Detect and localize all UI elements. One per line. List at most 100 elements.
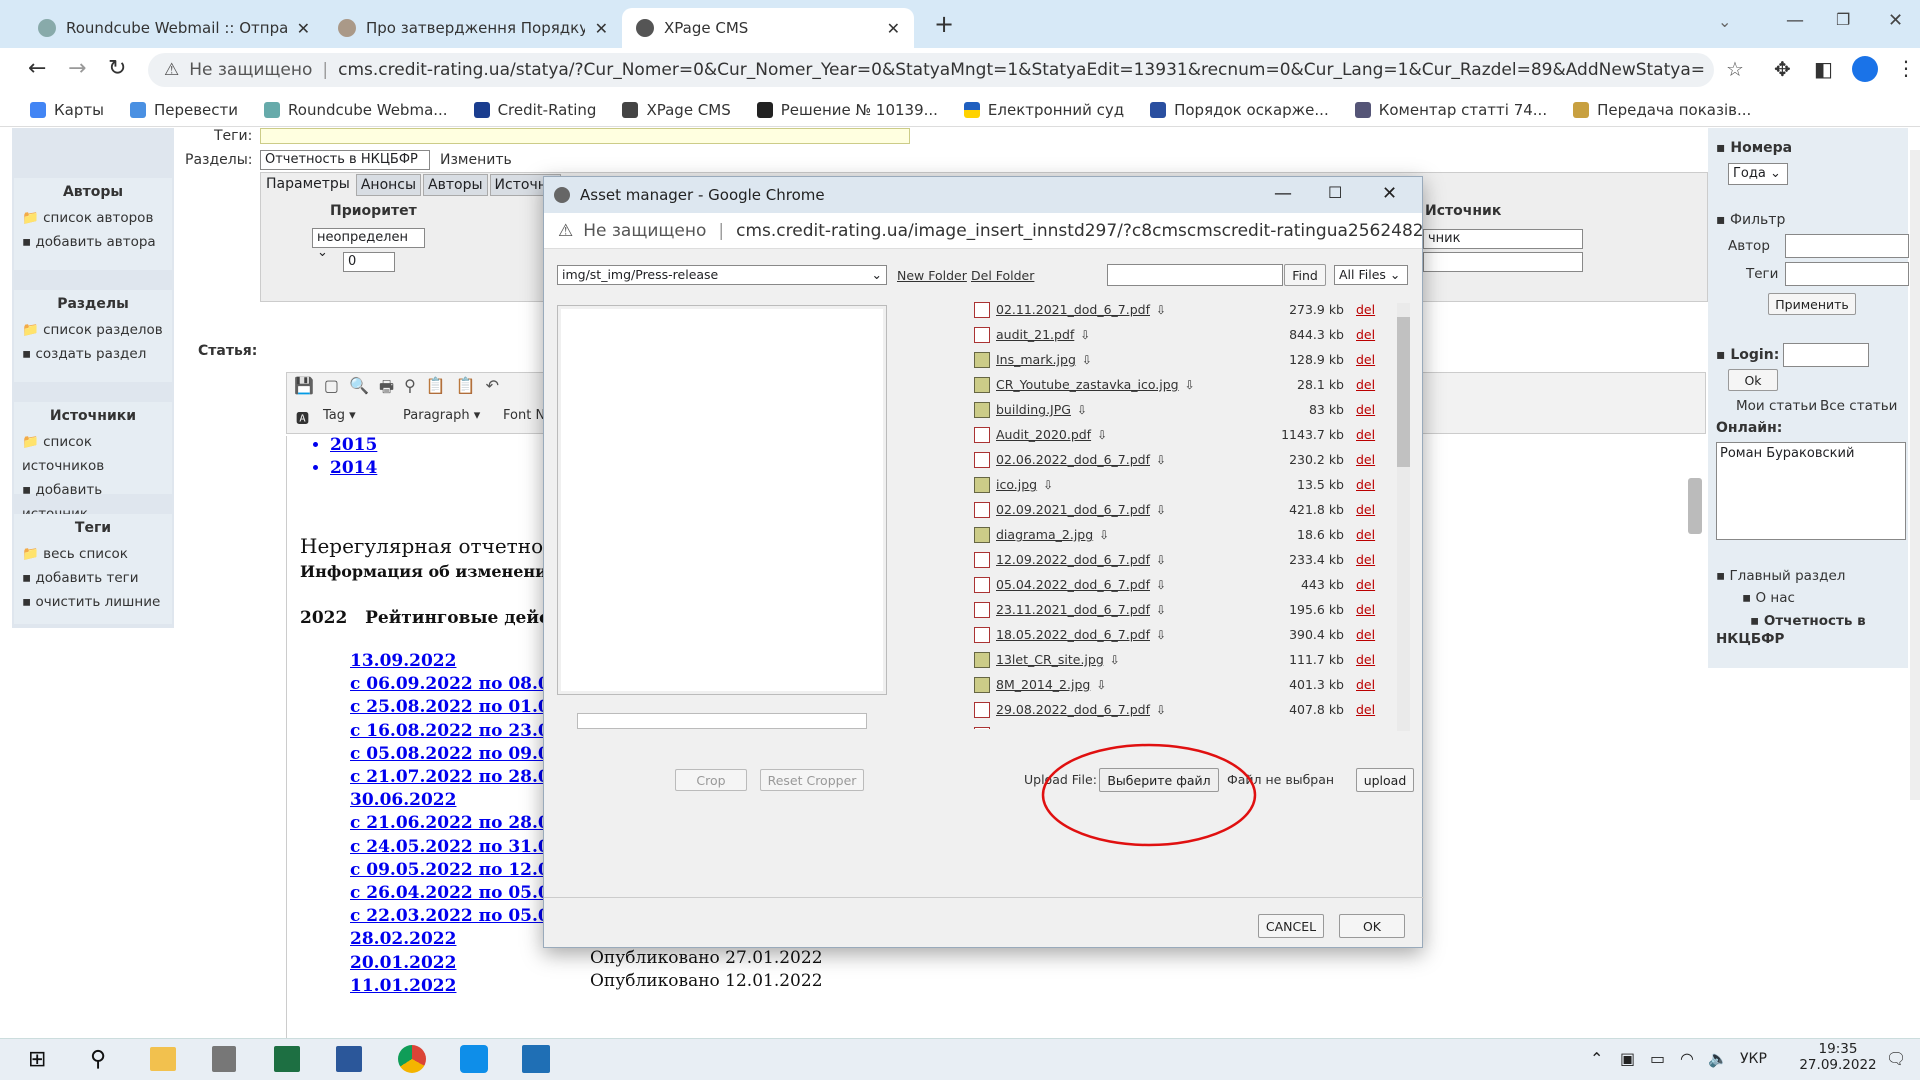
folder-select[interactable]: img/st_img/Press-release ⌄ — [557, 265, 887, 285]
file-name-link[interactable]: 12.01.2022_dod_6_7.pdf — [996, 727, 1150, 729]
delete-file-link[interactable]: del — [1356, 652, 1375, 667]
file-name-link[interactable]: 23.11.2021_dod_6_7.pdf — [996, 602, 1150, 617]
tab-poryadok[interactable]: Про затвердження Порядку по ✕ — [324, 8, 622, 48]
close-tab-icon[interactable]: ✕ — [297, 19, 310, 38]
rating-action-link[interactable]: 30.06.2022 — [350, 789, 545, 812]
bookmark-item[interactable]: Передача показів... — [1573, 101, 1751, 119]
download-icon[interactable]: ⇩ — [1156, 453, 1166, 467]
sidebar-link[interactable]: 📁 весь список — [14, 542, 172, 566]
download-icon[interactable]: ⇩ — [1156, 553, 1166, 567]
delete-file-link[interactable]: del — [1356, 327, 1375, 342]
page-scrollbar[interactable] — [1910, 150, 1920, 800]
rating-action-link[interactable]: с 16.08.2022 по 23.08.2 — [350, 720, 545, 743]
rating-action-link[interactable]: с 06.09.2022 по 08.09.2 — [350, 673, 545, 696]
download-icon[interactable]: ⇩ — [1156, 628, 1166, 642]
change-link[interactable]: Изменить — [440, 152, 512, 168]
download-icon[interactable]: ⇩ — [1156, 503, 1166, 517]
sidebar-link[interactable]: 📁 список авторов — [14, 206, 172, 230]
file-row[interactable]: 05.04.2022_dod_6_7.pdf ⇩ 443 kb del — [974, 572, 1404, 597]
file-row[interactable]: 18.05.2022_dod_6_7.pdf ⇩ 390.4 kb del — [974, 622, 1404, 647]
file-list-scrollbar[interactable] — [1397, 303, 1410, 731]
tab-xpage-cms[interactable]: XPage CMS ✕ — [622, 8, 914, 48]
rating-action-link[interactable]: 28.02.2022 — [350, 928, 545, 951]
bookmark-item[interactable]: Коментар статті 74... — [1354, 101, 1547, 119]
tags-input[interactable] — [260, 128, 910, 144]
download-icon[interactable]: ⇩ — [1185, 378, 1195, 392]
find-input[interactable] — [1107, 264, 1283, 286]
battery-icon[interactable]: ▭ — [1650, 1049, 1665, 1068]
reset-cropper-button[interactable]: Reset Cropper — [760, 769, 864, 791]
bookmark-item[interactable]: Карты — [30, 101, 104, 119]
file-row[interactable]: 02.11.2021_dod_6_7.pdf ⇩ 273.9 kb del — [974, 297, 1404, 322]
sidebar-link[interactable]: ▪ добавить теги — [14, 566, 172, 590]
sidebar-link[interactable]: 📁 список источников — [14, 430, 172, 478]
priority-number-input[interactable]: 0 — [343, 252, 395, 272]
rating-action-link[interactable]: с 05.08.2022 по 09.08.2 — [350, 743, 545, 766]
about-link[interactable]: ▪ О нас — [1742, 590, 1795, 606]
tab-search-chevron-icon[interactable]: ⌄ — [1718, 12, 1731, 31]
sidebar-link[interactable]: ▪ создать раздел — [14, 342, 172, 366]
delete-file-link[interactable]: del — [1356, 677, 1375, 692]
sidebar-link[interactable]: ▪ очистить лишние — [14, 590, 172, 614]
file-name-link[interactable]: 18.05.2022_dod_6_7.pdf — [996, 627, 1150, 642]
razdel-select[interactable]: Отчетность в НКЦБФР ⌄ — [260, 150, 430, 182]
address-bar[interactable]: ⚠ Не защищено | cms.credit-rating.ua/sta… — [148, 53, 1714, 87]
new-tab-button[interactable]: + — [934, 10, 954, 38]
side-panel-icon[interactable]: ◧ — [1814, 57, 1833, 81]
tags-filter-input[interactable] — [1785, 262, 1909, 286]
photos-icon[interactable] — [522, 1045, 550, 1073]
all-articles-link[interactable]: Все статьи — [1820, 398, 1897, 414]
file-name-link[interactable]: 8M_2014_2.jpg — [996, 677, 1090, 692]
year-link[interactable]: 2014 — [330, 457, 377, 480]
delete-file-link[interactable]: del — [1356, 727, 1375, 729]
file-name-link[interactable]: diagrama_2.jpg — [996, 527, 1093, 542]
priority-select[interactable]: неопределен ⌄ — [312, 228, 425, 260]
author-filter-input[interactable] — [1785, 234, 1909, 258]
bookmark-item[interactable]: Порядок оскарже... — [1150, 101, 1329, 119]
download-icon[interactable]: ⇩ — [1082, 353, 1092, 367]
rating-action-link[interactable]: 20.01.2022 — [350, 952, 545, 975]
year-select[interactable]: Года ⌄ — [1728, 163, 1788, 185]
delete-file-link[interactable]: del — [1356, 702, 1375, 717]
delete-file-link[interactable]: del — [1356, 377, 1375, 392]
file-name-link[interactable]: ico.jpg — [996, 477, 1037, 492]
search-icon[interactable]: ⚲ — [90, 1047, 106, 1072]
back-arrow-icon[interactable]: ← — [28, 56, 46, 81]
file-name-link[interactable]: 13let_CR_site.jpg — [996, 652, 1104, 667]
profile-avatar[interactable] — [1852, 56, 1878, 82]
excel-icon[interactable] — [274, 1046, 300, 1072]
bookmark-item[interactable]: Решение № 10139... — [756, 101, 938, 119]
download-icon[interactable]: ⇩ — [1096, 678, 1106, 692]
wifi-icon[interactable]: ◠ — [1680, 1049, 1694, 1068]
new-folder-link[interactable]: New Folder — [897, 268, 967, 283]
dialog-address-bar[interactable]: ⚠ Не защищено | cms.credit-rating.ua/ima… — [544, 213, 1422, 249]
sidebar-link[interactable]: 📁 список разделов — [14, 318, 172, 342]
file-row[interactable]: diagrama_2.jpg ⇩ 18.6 kb del — [974, 522, 1404, 547]
main-section-label[interactable]: ▪ Главный раздел — [1716, 568, 1845, 584]
close-window-button[interactable]: ✕ — [1888, 10, 1903, 31]
bookmark-item[interactable]: Перевести — [129, 101, 238, 119]
word-icon[interactable] — [336, 1046, 362, 1072]
delete-file-link[interactable]: del — [1356, 402, 1375, 417]
file-name-link[interactable]: 29.08.2022_dod_6_7.pdf — [996, 702, 1150, 717]
file-name-link[interactable]: building.JPG — [996, 402, 1071, 417]
delete-file-link[interactable]: del — [1356, 527, 1375, 542]
dialog-maximize-button[interactable]: ☐ — [1328, 183, 1342, 202]
menu-kebab-icon[interactable]: ⋮ — [1896, 56, 1916, 80]
report-section-link[interactable]: ▪ Отчетность в НКЦБФР — [1716, 612, 1902, 648]
file-row[interactable]: 12.09.2022_dod_6_7.pdf ⇩ 233.4 kb del — [974, 547, 1404, 572]
rating-action-link[interactable]: с 24.05.2022 по 31.05.2 — [350, 836, 545, 859]
save-icon[interactable]: 💾 — [294, 376, 314, 403]
download-icon[interactable]: ⇩ — [1099, 528, 1109, 542]
download-icon[interactable]: ⇩ — [1156, 578, 1166, 592]
file-row[interactable]: Audit_2020.pdf ⇩ 1143.7 kb del — [974, 422, 1404, 447]
online-users-box[interactable]: Роман Бураковский — [1716, 442, 1906, 540]
undo-icon[interactable]: ↶ — [486, 376, 499, 403]
file-row[interactable]: 13let_CR_site.jpg ⇩ 111.7 kb del — [974, 647, 1404, 672]
delete-file-link[interactable]: del — [1356, 302, 1375, 317]
dialog-close-button[interactable]: ✕ — [1382, 183, 1397, 204]
rating-action-link[interactable]: с 21.07.2022 по 28.07.2 — [350, 766, 545, 789]
file-name-link[interactable]: Audit_2020.pdf — [996, 427, 1091, 442]
tab-parametry[interactable]: Параметры — [262, 174, 354, 196]
sidebar-link[interactable]: ▪ добавить автора — [14, 230, 172, 254]
